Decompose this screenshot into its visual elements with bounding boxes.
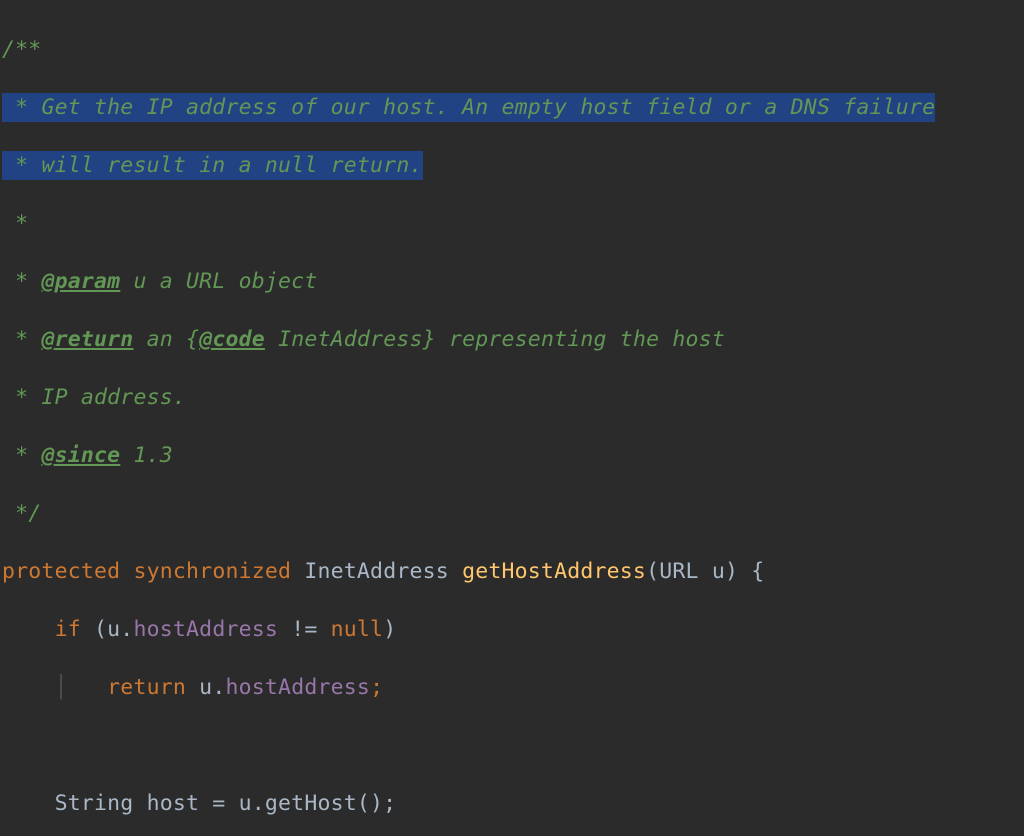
keyword-return: return <box>107 675 199 700</box>
code-line[interactable]: String host = u.getHost(); <box>2 789 1024 818</box>
code-line[interactable]: if (u.hostAddress != null) <box>2 615 1024 644</box>
text-selection: * will result in a null return. <box>2 151 423 180</box>
code-line[interactable] <box>2 731 1024 760</box>
code-line[interactable]: * @return an {@code InetAddress} represe… <box>2 325 1024 354</box>
code-editor[interactable]: /** * Get the IP address of our host. An… <box>0 0 1024 836</box>
field-hostAddress: hostAddress <box>133 617 291 642</box>
code-line[interactable]: * IP address. <box>2 383 1024 412</box>
code-line[interactable]: * @param u a URL object <box>2 267 1024 296</box>
javadoc-tag-param: @param <box>41 269 120 294</box>
code-line[interactable]: * <box>2 209 1024 238</box>
code-line[interactable]: │ return u.hostAddress; <box>2 673 1024 702</box>
code-line[interactable]: */ <box>2 499 1024 528</box>
keyword-synchronized: synchronized <box>133 559 304 584</box>
code-line[interactable]: * @since 1.3 <box>2 441 1024 470</box>
code-line[interactable]: * will result in a null return. <box>2 151 1024 180</box>
code-line[interactable]: * Get the IP address of our host. An emp… <box>2 93 1024 122</box>
javadoc-tag-since: @since <box>41 443 120 468</box>
text-selection: * Get the IP address of our host. An emp… <box>2 93 935 122</box>
javadoc-open: /** <box>2 37 41 62</box>
code-line[interactable]: /** <box>2 35 1024 64</box>
keyword-if: if <box>55 617 94 642</box>
code-line[interactable]: protected synchronized InetAddress getHo… <box>2 557 1024 586</box>
javadoc-tag-code: @code <box>199 327 265 352</box>
javadoc-tag-return: @return <box>41 327 133 352</box>
javadoc-close: */ <box>2 501 41 526</box>
keyword-protected: protected <box>2 559 133 584</box>
method-name: getHostAddress <box>462 559 646 584</box>
